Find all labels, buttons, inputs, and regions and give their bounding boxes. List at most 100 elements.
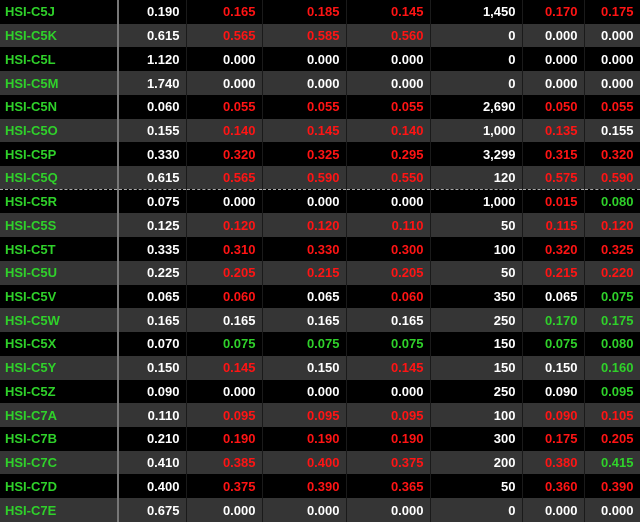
table-row[interactable]: HSI-C5V 0.065 0.060 0.065 0.060 350 0.065 0.075 <box>0 284 640 309</box>
low-cell: 0.075 <box>346 332 431 356</box>
ask-cell: 0.175 <box>584 0 640 24</box>
high-cell: 0.000 <box>262 379 347 404</box>
prev-close-cell: 0.155 <box>117 118 187 143</box>
table-row[interactable]: HSI-C5S 0.125 0.120 0.120 0.110 50 0.115 0.120 <box>0 213 640 238</box>
high-cell: 0.000 <box>262 47 347 72</box>
volume-cell: 100 <box>430 237 523 261</box>
table-row[interactable]: HSI-C7B 0.210 0.190 0.190 0.190 300 0.175 0.205 <box>0 426 640 451</box>
instrument-code[interactable]: HSI-C7C <box>0 450 119 475</box>
table-row[interactable]: HSI-C7C 0.410 0.385 0.400 0.375 200 0.380 0.415 <box>0 450 640 475</box>
volume-cell: 250 <box>430 379 523 404</box>
bid-cell: 0.175 <box>522 426 585 451</box>
high-cell: 0.000 <box>262 71 347 95</box>
bid-cell: 0.360 <box>522 474 585 499</box>
bid-cell: 0.215 <box>522 260 585 285</box>
instrument-code[interactable]: HSI-C5Q <box>0 166 119 190</box>
table-row[interactable]: HSI-C5N 0.060 0.055 0.055 0.055 2,690 0.050 0.0… <box>0 94 640 119</box>
table-row[interactable]: HSI-C5Q 0.615 0.565 0.590 0.550 120 0.575 0.590 <box>0 166 640 190</box>
prev-close-cell: 0.110 <box>117 403 187 427</box>
instrument-code[interactable]: HSI-C5S <box>0 213 119 238</box>
table-row[interactable]: HSI-C7A 0.110 0.095 0.095 0.095 100 0.090 0.105 <box>0 403 640 427</box>
volume-cell: 200 <box>430 450 523 475</box>
ask-cell: 0.055 <box>584 94 640 119</box>
table-row[interactable]: HSI-C5T 0.335 0.310 0.330 0.300 100 0.320 0.325 <box>0 237 640 261</box>
table-row[interactable]: HSI-C5P 0.330 0.320 0.325 0.295 3,299 0.315 0.3… <box>0 142 640 167</box>
instrument-code[interactable]: HSI-C5P <box>0 142 119 167</box>
bid-cell: 0.170 <box>522 0 585 24</box>
instrument-code[interactable]: HSI-C5N <box>0 94 119 119</box>
low-cell: 0.095 <box>346 403 431 427</box>
instrument-code[interactable]: HSI-C7E <box>0 498 119 522</box>
ask-cell: 0.220 <box>584 260 640 285</box>
last-price-cell: 0.140 <box>186 118 263 143</box>
ask-cell: 0.075 <box>584 284 640 309</box>
low-cell: 0.000 <box>346 498 431 522</box>
volume-cell: 1,450 <box>430 0 523 24</box>
ask-cell: 0.000 <box>584 23 640 48</box>
table-row[interactable]: HSI-C5L 1.120 0.000 0.000 0.000 0 0.000 0.000 <box>0 47 640 72</box>
last-price-cell: 0.320 <box>186 142 263 167</box>
instrument-code[interactable]: HSI-C5T <box>0 237 119 261</box>
table-row[interactable]: HSI-C7E 0.675 0.000 0.000 0.000 0 0.000 0.000 <box>0 498 640 522</box>
last-price-cell: 0.055 <box>186 94 263 119</box>
instrument-code[interactable]: HSI-C5O <box>0 118 119 143</box>
table-row[interactable]: HSI-C5Y 0.150 0.145 0.150 0.145 150 0.150 0.160 <box>0 355 640 380</box>
instrument-code[interactable]: HSI-C5L <box>0 47 119 72</box>
table-row[interactable]: HSI-C5R 0.075 0.000 0.000 0.000 1,000 0.015 0.0… <box>0 189 640 214</box>
instrument-code[interactable]: HSI-C5R <box>0 189 119 214</box>
last-price-cell: 0.060 <box>186 284 263 309</box>
instrument-code[interactable]: HSI-C5X <box>0 332 119 356</box>
bid-cell: 0.575 <box>522 166 585 190</box>
prev-close-cell: 0.150 <box>117 355 187 380</box>
instrument-code[interactable]: HSI-C7B <box>0 426 119 451</box>
high-cell: 0.190 <box>262 426 347 451</box>
table-row[interactable]: HSI-C7D 0.400 0.375 0.390 0.365 50 0.360 0.390 <box>0 474 640 499</box>
table-row[interactable]: HSI-C5J 0.190 0.165 0.185 0.145 1,450 0.170 0.1… <box>0 0 640 24</box>
high-cell: 0.400 <box>262 450 347 475</box>
high-cell: 0.150 <box>262 355 347 380</box>
prev-close-cell: 0.090 <box>117 379 187 404</box>
last-price-cell: 0.205 <box>186 260 263 285</box>
last-price-cell: 0.000 <box>186 498 263 522</box>
low-cell: 0.145 <box>346 355 431 380</box>
last-price-cell: 0.310 <box>186 237 263 261</box>
prev-close-cell: 0.190 <box>117 0 187 24</box>
instrument-code[interactable]: HSI-C5W <box>0 308 119 333</box>
instrument-code[interactable]: HSI-C5J <box>0 0 119 24</box>
high-cell: 0.165 <box>262 308 347 333</box>
instrument-code[interactable]: HSI-C5M <box>0 71 119 95</box>
table-row[interactable]: HSI-C5O 0.155 0.140 0.145 0.140 1,000 0.135 0.1… <box>0 118 640 143</box>
table-row[interactable]: HSI-C5M 1.740 0.000 0.000 0.000 0 0.000 0.000 <box>0 71 640 95</box>
low-cell: 0.190 <box>346 426 431 451</box>
low-cell: 0.560 <box>346 23 431 48</box>
ask-cell: 0.160 <box>584 355 640 380</box>
high-cell: 0.145 <box>262 118 347 143</box>
high-cell: 0.185 <box>262 0 347 24</box>
last-price-cell: 0.075 <box>186 332 263 356</box>
prev-close-cell: 0.335 <box>117 237 187 261</box>
instrument-code[interactable]: HSI-C5Z <box>0 379 119 404</box>
table-row[interactable]: HSI-C5W 0.165 0.165 0.165 0.165 250 0.170 0.175 <box>0 308 640 333</box>
bid-cell: 0.320 <box>522 237 585 261</box>
quote-table-body: HSI-C5J 0.190 0.165 0.185 0.145 1,450 0.170 0.1… <box>0 0 640 522</box>
instrument-code[interactable]: HSI-C5V <box>0 284 119 309</box>
ask-cell: 0.000 <box>584 498 640 522</box>
instrument-code[interactable]: HSI-C5U <box>0 260 119 285</box>
table-row[interactable]: HSI-C5X 0.070 0.075 0.075 0.075 150 0.075 0.080 <box>0 332 640 356</box>
ask-cell: 0.205 <box>584 426 640 451</box>
ask-cell: 0.105 <box>584 403 640 427</box>
instrument-code[interactable]: HSI-C7D <box>0 474 119 499</box>
volume-cell: 50 <box>430 213 523 238</box>
high-cell: 0.055 <box>262 94 347 119</box>
instrument-code[interactable]: HSI-C5Y <box>0 355 119 380</box>
ask-cell: 0.000 <box>584 47 640 72</box>
last-price-cell: 0.000 <box>186 47 263 72</box>
table-row[interactable]: HSI-C5Z 0.090 0.000 0.000 0.000 250 0.090 0.095 <box>0 379 640 404</box>
table-row[interactable]: HSI-C5K 0.615 0.565 0.585 0.560 0 0.000 0.000 <box>0 23 640 48</box>
low-cell: 0.550 <box>346 166 431 190</box>
instrument-code[interactable]: HSI-C7A <box>0 403 119 427</box>
instrument-code[interactable]: HSI-C5K <box>0 23 119 48</box>
prev-close-cell: 0.330 <box>117 142 187 167</box>
table-row[interactable]: HSI-C5U 0.225 0.205 0.215 0.205 50 0.215 0.220 <box>0 260 640 285</box>
bid-cell: 0.115 <box>522 213 585 238</box>
